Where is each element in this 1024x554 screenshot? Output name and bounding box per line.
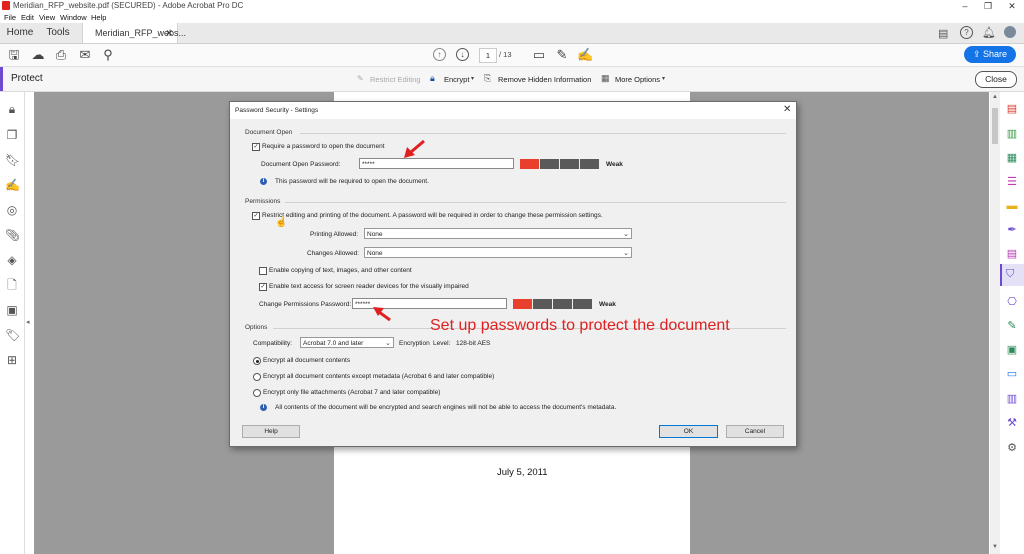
red-arrow-icon [404,139,425,158]
annotation-arrows [373,139,425,322]
red-arrow-icon [373,307,391,322]
annotation-caption: Set up passwords to protect the document [430,317,730,334]
